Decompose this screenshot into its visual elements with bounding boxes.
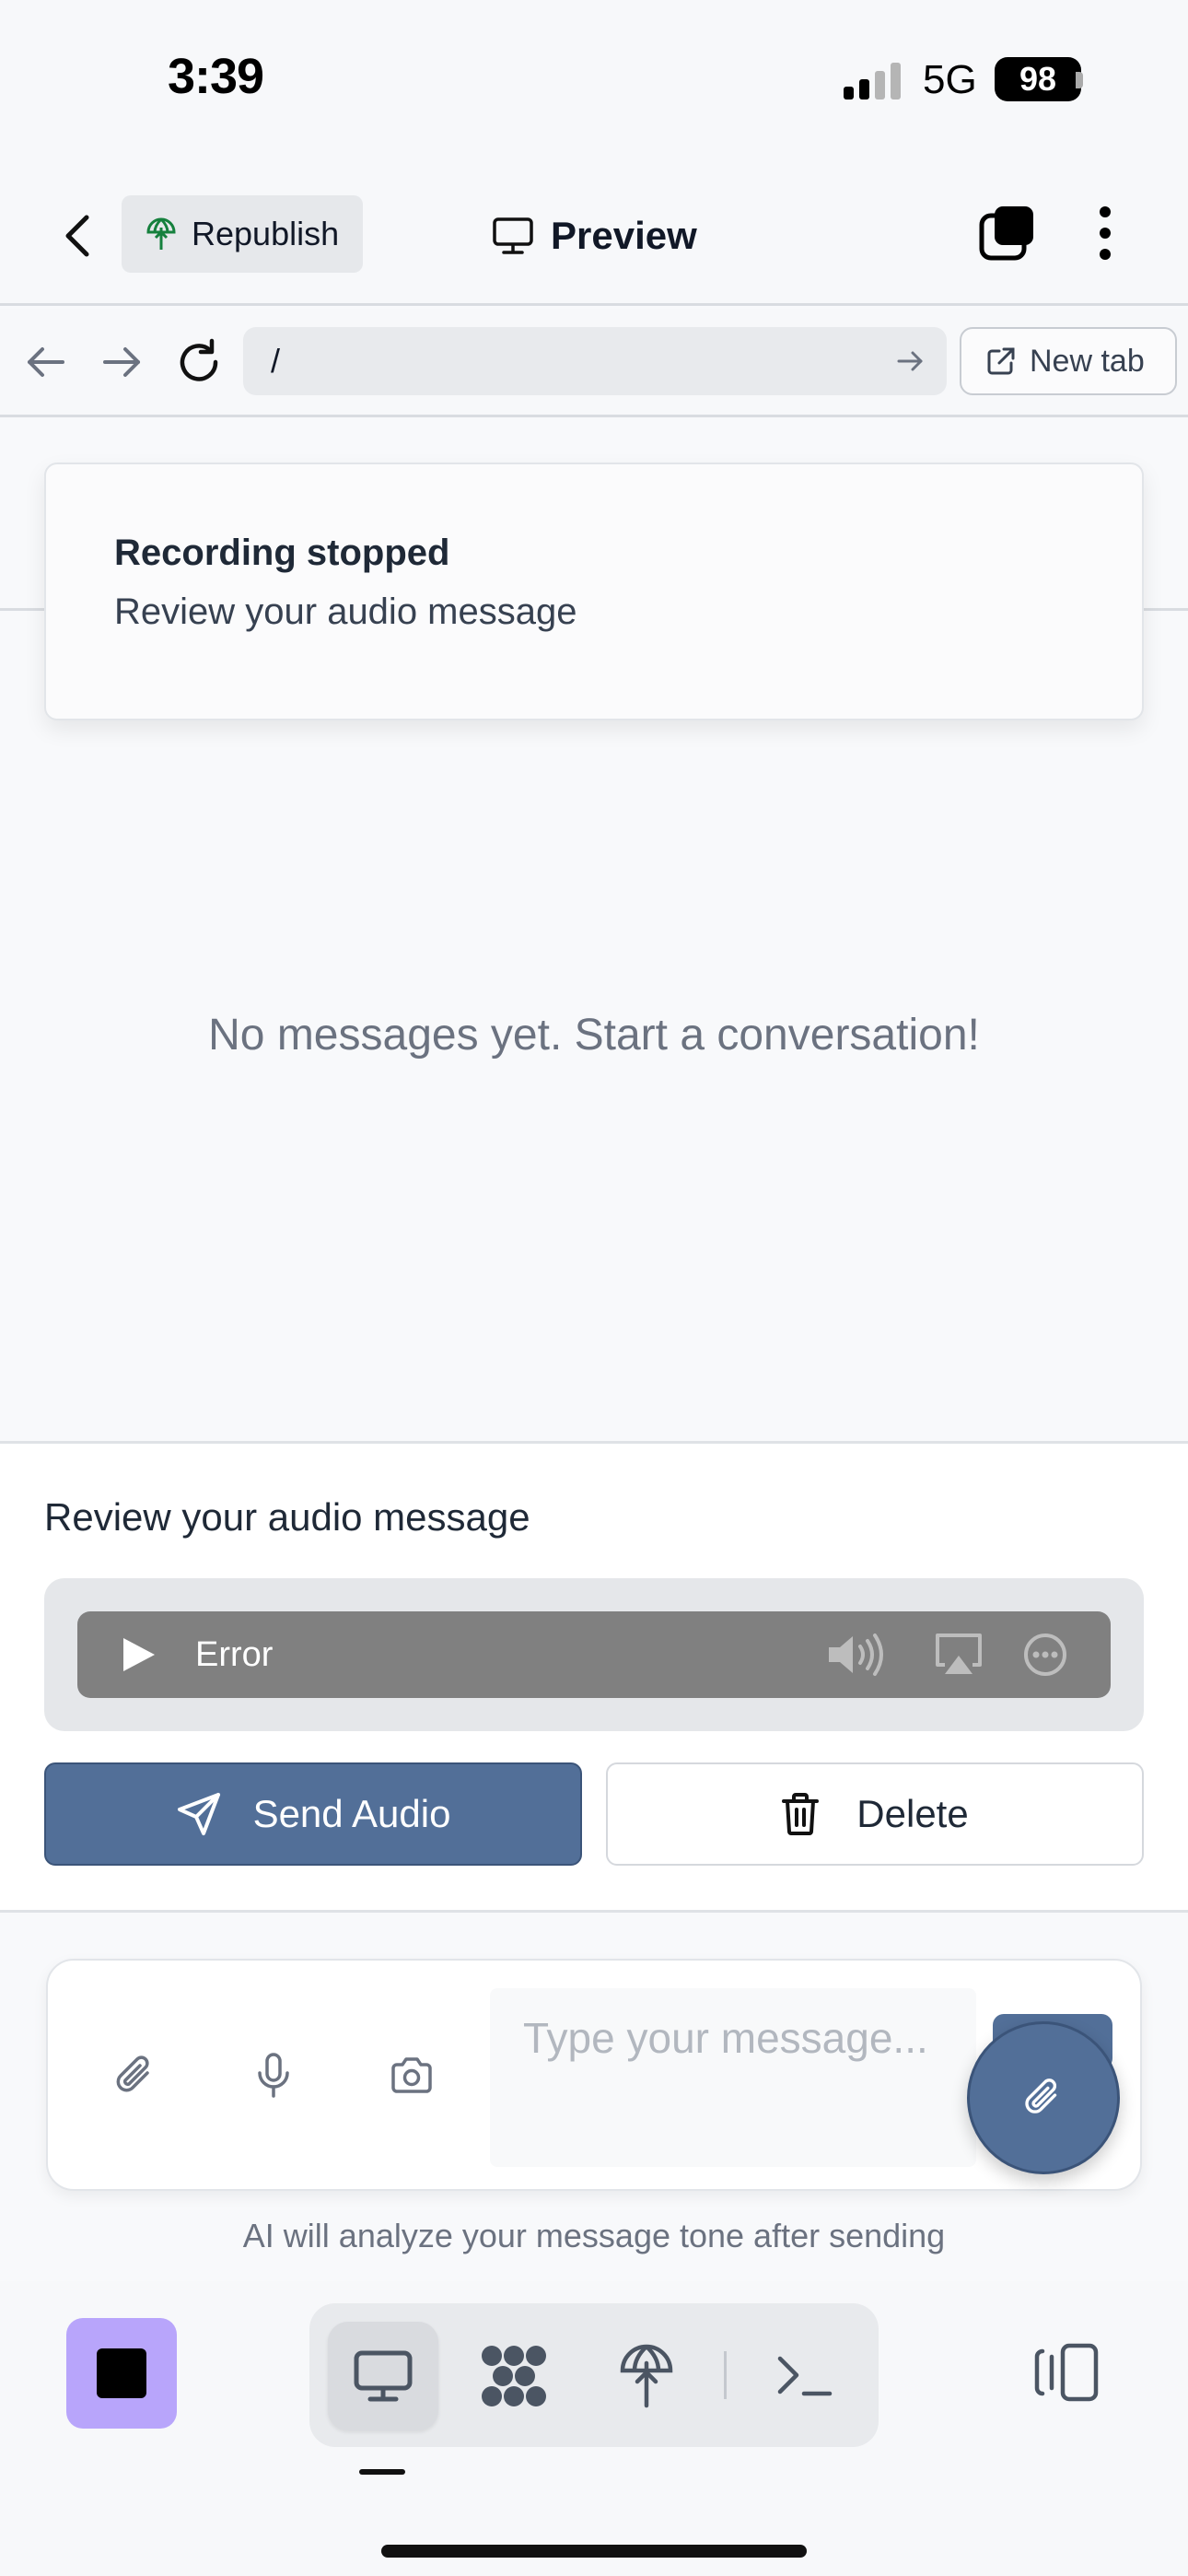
- audio-player[interactable]: Error: [77, 1611, 1111, 1698]
- network-type: 5G: [923, 57, 977, 102]
- more-vertical-icon[interactable]: [1090, 203, 1120, 263]
- tool-switcher: [309, 2303, 879, 2447]
- tool-separator: [724, 2351, 727, 2399]
- browser-back-icon[interactable]: [20, 336, 72, 388]
- new-tab-label: New tab: [1030, 343, 1145, 379]
- browser-forward-icon[interactable]: [96, 336, 147, 388]
- review-title: Review your audio message: [44, 1495, 530, 1539]
- send-icon: [177, 1793, 220, 1835]
- browser-bar: New tab: [0, 309, 1188, 417]
- toast-description: Review your audio message: [114, 591, 577, 632]
- audio-more-icon[interactable]: [1022, 1632, 1068, 1678]
- message-input[interactable]: [490, 1988, 976, 2167]
- airplay-icon[interactable]: [934, 1632, 984, 1678]
- external-link-icon: [987, 347, 1015, 375]
- battery-indicator: 98: [995, 57, 1081, 101]
- camera-icon[interactable]: [389, 2051, 435, 2101]
- bottom-toolbar: [0, 2281, 1188, 2576]
- delete-label: Delete: [856, 1792, 969, 1835]
- app-header: Republish Preview: [0, 166, 1188, 306]
- tool-workspace[interactable]: [459, 2322, 569, 2430]
- floating-attach-button[interactable]: [967, 2021, 1120, 2174]
- tool-deploy[interactable]: [591, 2322, 702, 2430]
- republish-button[interactable]: Republish: [122, 195, 363, 273]
- deploy-icon: [620, 2344, 673, 2408]
- composer-hint: AI will analyze your message tone after …: [242, 2217, 946, 2254]
- tabs-icon[interactable]: [978, 203, 1039, 263]
- active-tool-indicator: [359, 2469, 405, 2475]
- workspace-icon: [482, 2346, 546, 2406]
- desktop-icon: [493, 217, 533, 254]
- battery-cap: [1076, 72, 1083, 88]
- send-audio-button[interactable]: Send Audio: [44, 1762, 582, 1866]
- preview-label: Preview: [551, 214, 697, 257]
- delete-audio-button[interactable]: Delete: [606, 1762, 1144, 1866]
- attach-icon[interactable]: [112, 2051, 158, 2101]
- panel-toggle-icon[interactable]: [1030, 2342, 1100, 2403]
- republish-label: Republish: [192, 215, 340, 252]
- microphone-icon[interactable]: [250, 2051, 297, 2101]
- home-indicator: [381, 2545, 807, 2558]
- stop-button[interactable]: [66, 2318, 177, 2429]
- url-input[interactable]: [243, 327, 947, 395]
- chat-content: Recording stopped Review your audio mess…: [0, 420, 1188, 1441]
- audio-status: Error: [195, 1635, 274, 1674]
- paperclip-icon: [1025, 2078, 1057, 2113]
- toast-notification[interactable]: Recording stopped Review your audio mess…: [44, 463, 1144, 720]
- trash-icon: [782, 1793, 820, 1835]
- composer-area: AI will analyze your message tone after …: [0, 1913, 1188, 2281]
- status-time: 3:39: [168, 49, 264, 104]
- reload-icon[interactable]: [173, 336, 225, 388]
- play-icon[interactable]: [120, 1635, 157, 1674]
- audio-player-container: Error: [44, 1578, 1144, 1731]
- terminal-icon: [777, 2356, 833, 2396]
- stop-icon: [97, 2348, 146, 2398]
- tool-desktop-preview[interactable]: [328, 2322, 438, 2430]
- send-audio-label: Send Audio: [252, 1792, 451, 1835]
- desktop-icon: [354, 2350, 413, 2402]
- tool-terminal[interactable]: [750, 2322, 860, 2430]
- preview-title: Preview: [492, 206, 697, 265]
- volume-icon[interactable]: [825, 1632, 890, 1678]
- new-tab-button[interactable]: New tab: [960, 327, 1177, 395]
- toast-title: Recording stopped: [114, 533, 450, 573]
- signal-icon: [844, 63, 901, 100]
- republish-icon: [146, 217, 176, 250]
- url-go-icon[interactable]: [895, 345, 926, 377]
- empty-state-message: No messages yet. Start a conversation!: [208, 1011, 980, 1060]
- audio-review-panel: Review your audio message Error Send Aud…: [0, 1441, 1188, 1913]
- back-icon[interactable]: [52, 208, 103, 263]
- status-bar: 3:39 5G 98: [0, 0, 1188, 166]
